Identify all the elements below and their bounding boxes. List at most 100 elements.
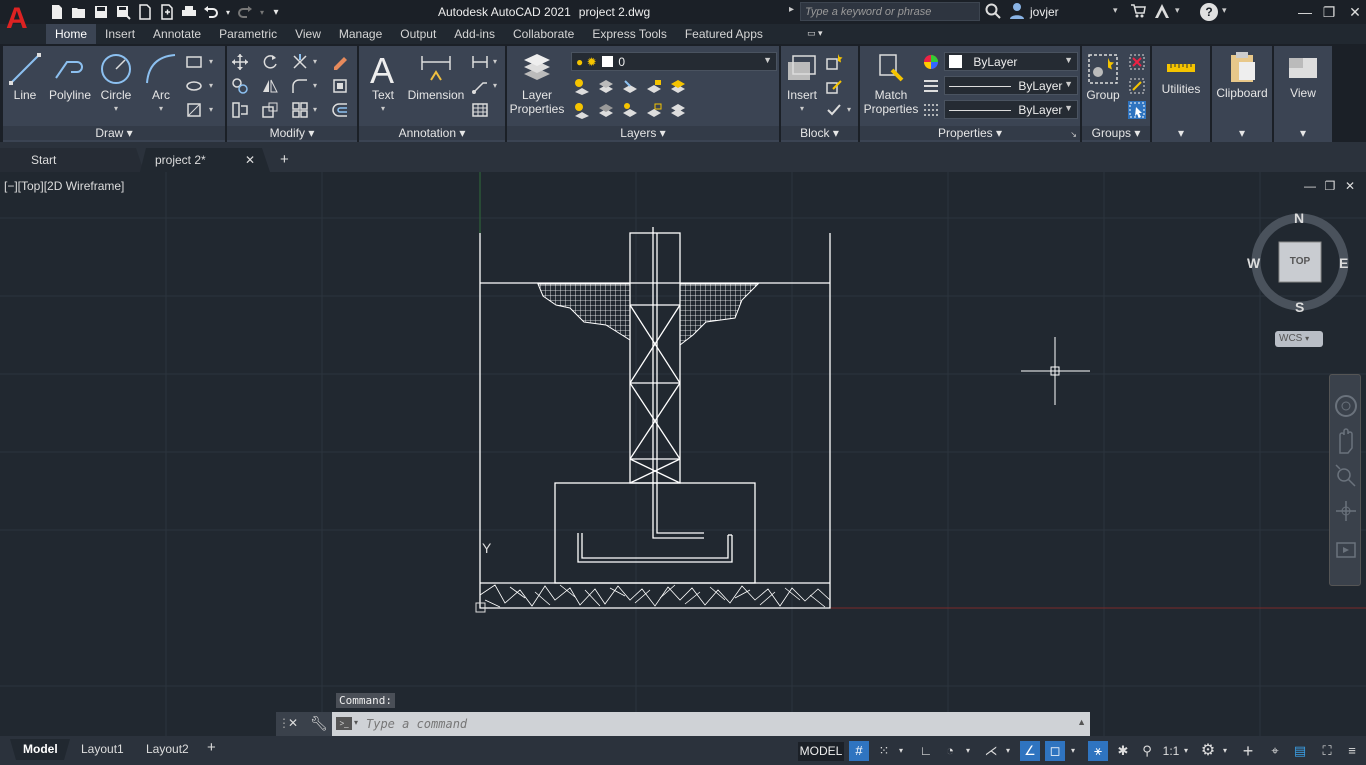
undo-icon[interactable]	[202, 3, 220, 21]
compass-south[interactable]: S	[1295, 299, 1304, 315]
tab-manage[interactable]: Manage	[330, 24, 391, 44]
block-attributes-dropdown-icon[interactable]: ▾	[847, 105, 851, 114]
layer-unisolate-icon[interactable]	[597, 101, 615, 119]
block-attributes-icon[interactable]	[825, 101, 843, 119]
tab-insert[interactable]: Insert	[96, 24, 144, 44]
group-button[interactable]: Group	[1084, 52, 1122, 102]
array-dropdown-icon[interactable]: ▾	[313, 105, 317, 114]
groups-panel-title[interactable]: Groups ▾	[1082, 126, 1150, 140]
layer-on-icon[interactable]	[573, 101, 591, 119]
draw-panel-title[interactable]: Draw ▾	[3, 126, 225, 140]
hatch-icon[interactable]	[185, 77, 203, 95]
auto-scale-icon[interactable]: ✱	[1113, 741, 1133, 761]
tab-collaborate[interactable]: Collaborate	[504, 24, 583, 44]
scale-icon[interactable]	[261, 101, 279, 119]
workspace-dropdown-icon[interactable]: ▾	[1219, 741, 1231, 761]
object-snap-tracking-icon[interactable]: ∠	[1020, 741, 1040, 761]
text-button[interactable]: A Text ▾	[365, 52, 401, 116]
isometric-drafting-icon[interactable]: ⋌	[981, 741, 1001, 761]
showmotion-icon[interactable]	[1336, 542, 1356, 558]
circle-dropdown-icon[interactable]: ▾	[97, 102, 135, 116]
tab-output[interactable]: Output	[391, 24, 445, 44]
dynamic-input-icon[interactable]: ◔	[940, 741, 960, 761]
project-tab-label[interactable]: project 2*	[155, 148, 206, 172]
minimize-button[interactable]: —	[1296, 3, 1314, 21]
foundation-drawing[interactable]	[479, 227, 831, 609]
tab-view[interactable]: View	[286, 24, 330, 44]
wcs-menu[interactable]: WCS ▾	[1275, 331, 1323, 347]
viewport-close-icon[interactable]: ✕	[1344, 180, 1356, 192]
viewport-minimize-icon[interactable]: —	[1304, 180, 1316, 192]
workspace-gear-icon[interactable]: ⚙	[1198, 741, 1218, 761]
annotation-scale-value[interactable]: 1:1	[1160, 741, 1182, 761]
fillet-icon[interactable]	[291, 77, 309, 95]
clipboard-button[interactable]: Clipboard	[1212, 50, 1272, 100]
compass-north[interactable]: N	[1294, 210, 1304, 226]
tab-express-tools[interactable]: Express Tools	[583, 24, 675, 44]
layer-isolate-icon[interactable]	[597, 77, 615, 95]
leader-dropdown-icon[interactable]: ▾	[493, 81, 497, 90]
viewcube-top-face[interactable]: TOP	[1279, 256, 1321, 267]
plot-icon[interactable]	[180, 3, 198, 21]
polyline-button[interactable]: Polyline	[45, 52, 95, 102]
line-button[interactable]: Line	[7, 52, 43, 102]
search-expand-icon[interactable]: ▸	[789, 4, 794, 15]
command-customize-icon[interactable]: 🔧︎	[310, 715, 328, 732]
app-dropdown-icon[interactable]: ▾	[1175, 5, 1180, 16]
autodesk-app-icon[interactable]	[1154, 3, 1170, 19]
color-dropdown[interactable]: ByLayer ▼	[944, 52, 1078, 71]
linetype-icon[interactable]	[922, 101, 940, 119]
lineweight-dropdown[interactable]: ByLayer ▼	[944, 76, 1078, 95]
layer-off-icon[interactable]	[573, 77, 591, 95]
tab-featured-apps[interactable]: Featured Apps	[676, 24, 772, 44]
isometric-dropdown-icon[interactable]: ▾	[1002, 741, 1014, 761]
boundary-icon[interactable]	[185, 101, 203, 119]
array-icon[interactable]	[291, 101, 309, 119]
command-close-icon[interactable]: ✕	[288, 716, 298, 730]
new-tab-button[interactable]: +	[280, 148, 289, 172]
ribbon-minimize-icon[interactable]: ▭ ▾	[807, 28, 831, 40]
close-tab-icon[interactable]: ✕	[245, 148, 255, 172]
create-block-icon[interactable]	[825, 53, 843, 71]
layer-properties-button[interactable]: Layer Properties	[509, 52, 565, 116]
quick-properties-icon[interactable]: ▤	[1290, 741, 1310, 761]
customization-icon[interactable]: ≡	[1342, 741, 1362, 761]
steering-wheel-icon[interactable]	[1335, 395, 1357, 417]
open-folder-icon[interactable]	[70, 3, 88, 21]
arc-button[interactable]: Arc ▾	[143, 52, 179, 116]
annotation-scale-icon[interactable]: ⚲	[1137, 741, 1157, 761]
tab-add-ins[interactable]: Add-ins	[445, 24, 504, 44]
stretch-icon[interactable]	[231, 101, 249, 119]
rectangle-icon[interactable]	[185, 53, 203, 71]
ungroup-icon[interactable]	[1128, 53, 1146, 71]
lineweight-icon[interactable]	[922, 77, 940, 95]
fillet-dropdown-icon[interactable]: ▾	[313, 81, 317, 90]
undo-dropdown-icon[interactable]: ▾	[224, 3, 232, 21]
hatch-dropdown-icon[interactable]: ▾	[209, 81, 213, 90]
layer-lock-icon[interactable]	[645, 77, 663, 95]
insert-button[interactable]: Insert ▾	[783, 52, 821, 116]
application-menu-button[interactable]: A	[6, 2, 34, 36]
mirror-icon[interactable]	[261, 77, 279, 95]
group-edit-icon[interactable]	[1128, 77, 1146, 95]
model-space-button[interactable]: MODEL	[798, 742, 844, 761]
layer-freeze-icon[interactable]	[621, 77, 639, 95]
close-button[interactable]: ✕	[1346, 3, 1364, 21]
annotation-monitor-icon[interactable]: +	[1238, 741, 1258, 761]
drawing-viewport[interactable]: Y [−][Top][2D Wireframe] — ❐ ✕	[0, 172, 1366, 736]
clipboard-panel-title[interactable]: ▾	[1212, 126, 1272, 140]
model-tab-label[interactable]: Model	[23, 739, 58, 759]
layer-thaw-icon[interactable]	[621, 101, 639, 119]
rectangle-dropdown-icon[interactable]: ▾	[209, 57, 213, 66]
user-name[interactable]: jovjer	[1030, 5, 1059, 19]
view-panel-title[interactable]: ▾	[1274, 126, 1332, 140]
view-button[interactable]: View	[1274, 50, 1332, 100]
clean-screen-icon[interactable]: ⛶	[1317, 741, 1337, 761]
drawing-canvas[interactable]: Y	[0, 172, 1366, 736]
viewcube[interactable]: N S E W TOP	[1244, 205, 1354, 315]
rotate-icon[interactable]	[261, 53, 279, 71]
layout2-tab[interactable]: Layout2	[146, 739, 189, 759]
new-file-icon[interactable]	[48, 3, 66, 21]
zoom-extents-icon[interactable]	[1335, 464, 1356, 487]
command-input[interactable]: Type a command	[332, 712, 1090, 736]
